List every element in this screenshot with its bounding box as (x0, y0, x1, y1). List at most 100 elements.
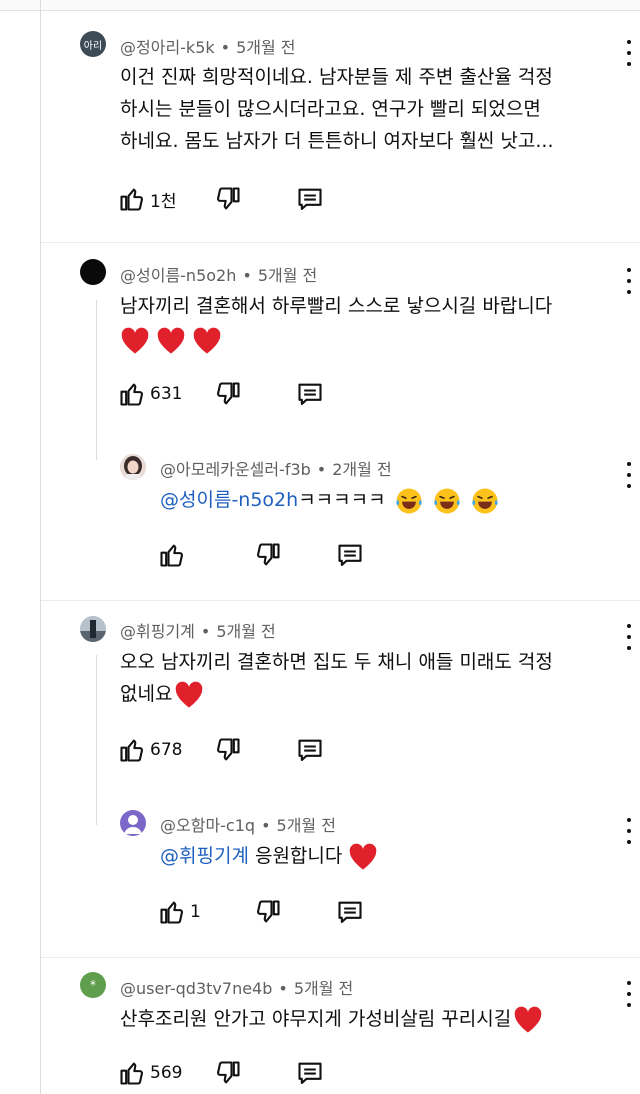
dislike-button[interactable] (214, 184, 242, 214)
dislike-button[interactable] (214, 379, 242, 409)
laughing-tears-emoji-icon (395, 488, 422, 513)
like-count: 631 (150, 384, 183, 404)
thumbs-up-icon (120, 383, 143, 406)
dislike-button[interactable] (254, 897, 282, 927)
thumbs-up-icon (120, 739, 143, 762)
like-button[interactable]: 1천 (118, 184, 176, 214)
reply-thread-line (96, 655, 97, 825)
more-options-button[interactable] (626, 462, 632, 488)
avatar[interactable] (80, 616, 106, 642)
thumbs-up-icon (120, 188, 143, 211)
comment-text: 오오 남자끼리 결혼하면 집도 두 채니 애들 미래도 걱정 없네요 (120, 646, 553, 710)
avatar-label: * (90, 978, 96, 992)
more-options-button[interactable] (626, 818, 632, 844)
more-options-button[interactable] (626, 40, 632, 66)
thread-line (40, 0, 41, 1094)
thumbs-up-icon (160, 901, 183, 924)
comment-time[interactable]: 5개월 전 (236, 38, 295, 57)
like-button[interactable]: 569 (118, 1058, 182, 1088)
like-button[interactable]: 1 (158, 897, 201, 927)
avatar-portrait-icon (120, 454, 146, 480)
more-options-button[interactable] (626, 981, 632, 1007)
like-button[interactable]: 678 (118, 735, 182, 765)
comment-time[interactable]: 5개월 전 (216, 622, 275, 641)
reply-thread-line (96, 300, 97, 460)
reply-button[interactable] (296, 1058, 324, 1088)
comment-divider (41, 600, 640, 601)
avatar[interactable]: * (80, 972, 106, 998)
red-heart-icon (350, 843, 377, 869)
avatar[interactable] (80, 259, 106, 285)
reply-icon (298, 383, 322, 405)
comment-text: 산후조리원 안가고 야무지게 가성비살림 꾸리시길 (120, 1003, 543, 1035)
comment-time[interactable]: 5개월 전 (294, 979, 353, 998)
like-button[interactable]: 631 (118, 379, 182, 409)
comment-meta: @성이름-n5o2h • 5개월 전 (120, 266, 318, 285)
reply-icon (298, 739, 322, 761)
comment-text: 이건 진짜 희망적이네요. 남자분들 제 주변 출산율 걱정 하시는 분들이 많… (120, 66, 554, 152)
laughing-tears-emoji-icon (472, 488, 498, 513)
like-count: 569 (150, 1063, 183, 1083)
reply-button[interactable] (336, 540, 364, 570)
reply-icon (298, 1062, 322, 1084)
more-options-button[interactable] (626, 624, 632, 650)
avatar[interactable] (120, 810, 146, 836)
comment-actions: 631 (118, 379, 338, 409)
thumbs-down-icon (217, 382, 240, 405)
more-options-button[interactable] (626, 268, 632, 294)
thumbs-down-icon (217, 738, 240, 761)
avatar-photo-icon (80, 616, 106, 642)
thumbs-down-icon (217, 187, 240, 210)
top-divider (0, 0, 640, 11)
comment-text: @성이름-n5o2hㅋㅋㅋㅋㅋ (160, 484, 500, 516)
comment-author[interactable]: @아모레카운셀러-f3b (160, 460, 311, 479)
mention-link[interactable]: @성이름-n5o2h (160, 489, 298, 511)
reply-button[interactable] (296, 379, 324, 409)
comment-divider (41, 957, 640, 958)
reply-button[interactable] (336, 897, 364, 927)
comment-author[interactable]: @오함마-c1q (160, 816, 255, 835)
comment-text: @휘핑기계 응원합니다 (160, 840, 378, 872)
comment-author[interactable]: @성이름-n5o2h (120, 266, 236, 285)
comment-time[interactable]: 2개월 전 (332, 460, 391, 479)
thumbs-down-icon (257, 543, 280, 566)
avatar[interactable]: 아리 (80, 31, 106, 57)
heart-emoji-row (120, 324, 552, 360)
red-heart-icon (157, 327, 185, 353)
like-count: 678 (150, 740, 183, 760)
avatar-label: 아리 (83, 40, 103, 52)
reply-icon (338, 544, 362, 566)
comment-author[interactable]: @휘핑기계 (120, 622, 195, 641)
default-person-icon (124, 815, 142, 834)
like-button[interactable] (158, 540, 186, 570)
comment-time[interactable]: 5개월 전 (277, 816, 336, 835)
red-heart-icon (193, 327, 221, 353)
thumbs-up-icon (120, 1062, 143, 1085)
comment-actions: 569 (118, 1058, 338, 1088)
comment-actions: 1 (158, 897, 378, 927)
comment-actions: 678 (118, 735, 338, 765)
comment-meta: @아모레카운셀러-f3b • 2개월 전 (160, 460, 392, 479)
reply-button[interactable] (296, 184, 324, 214)
dislike-button[interactable] (254, 540, 282, 570)
comment-author[interactable]: @user-qd3tv7ne4b (120, 979, 272, 998)
thumbs-down-icon (257, 900, 280, 923)
thumbs-down-icon (217, 1061, 240, 1084)
avatar[interactable] (120, 454, 146, 480)
reply-button[interactable] (296, 735, 324, 765)
comment-author[interactable]: @정아리-k5k (120, 38, 215, 57)
laughing-tears-emoji-icon (434, 488, 460, 513)
comment-meta: @user-qd3tv7ne4b • 5개월 전 (120, 979, 354, 998)
comment-time[interactable]: 5개월 전 (258, 266, 317, 285)
dislike-button[interactable] (214, 735, 242, 765)
comment-divider (41, 242, 640, 243)
red-heart-icon (514, 1006, 542, 1032)
reply-icon (338, 901, 362, 923)
like-count: 1 (190, 902, 201, 922)
mention-link[interactable]: @휘핑기계 (160, 845, 249, 867)
comment-meta: @정아리-k5k • 5개월 전 (120, 38, 296, 57)
comment-meta: @휘핑기계 • 5개월 전 (120, 622, 276, 641)
red-heart-icon (176, 681, 203, 707)
comment-actions (158, 540, 378, 570)
dislike-button[interactable] (214, 1058, 242, 1088)
